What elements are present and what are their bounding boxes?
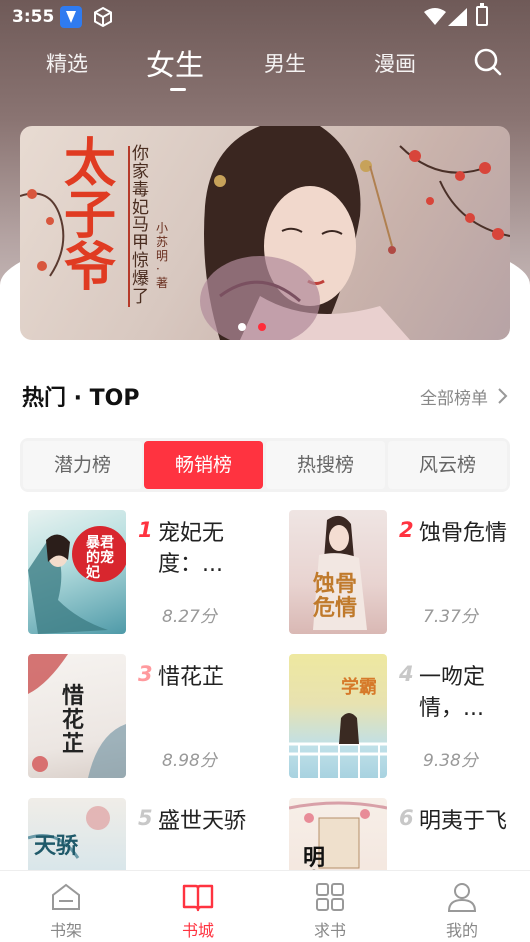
top-nav: 精选 女生 男生 漫画 [0, 36, 530, 96]
cover-title: 惜花芷 [62, 683, 85, 757]
book-title: 蚀骨危情 [419, 521, 508, 546]
rank-tabs: 潜力榜 畅销榜 热搜榜 风云榜 [20, 438, 510, 492]
nav-label: 书架 [49, 921, 82, 940]
book-item[interactable]: 学霸 4 一吻定情，... 9.38分 [289, 654, 529, 784]
section-title: 热门 · TOP [22, 386, 140, 411]
book-title: 明夷于飞 [419, 809, 508, 834]
nav-request-book[interactable]: 求书 [264, 871, 396, 942]
book-cover[interactable]: 惜花芷 [28, 654, 126, 778]
rank-tab-popular[interactable]: 风云榜 [388, 441, 507, 489]
book-cover[interactable]: 暴君的宠妃 [28, 510, 126, 634]
battery-icon [476, 3, 488, 26]
book-title: 盛世天骄 [158, 809, 247, 834]
book-score: 8.98分 [162, 751, 217, 771]
book-rank: 3 [138, 662, 153, 686]
cube-icon [92, 6, 114, 28]
person-icon [446, 881, 478, 913]
nav-label: 求书 [313, 921, 346, 940]
book-rank: 1 [138, 518, 153, 542]
nav-label: 书城 [181, 921, 214, 940]
grid-icon [314, 881, 346, 913]
tab-female[interactable]: 女生 [140, 42, 210, 84]
book-score: 7.37分 [423, 607, 478, 627]
book-title: 宠妃无度：... [158, 521, 225, 577]
banner-subtitle: 你家毒妃马甲惊爆了 [128, 145, 150, 307]
book-rank: 5 [138, 806, 153, 830]
nav-bookshelf[interactable]: 书架 [0, 871, 132, 942]
book-cover[interactable]: 蚀骨危情 [289, 510, 387, 634]
open-book-icon [182, 881, 214, 913]
banner-pagination [238, 316, 278, 331]
banner-title: 太子爷 [64, 133, 117, 298]
bottom-nav: 书架 书城 求书 我的 [0, 870, 530, 942]
book-rank: 4 [399, 662, 414, 686]
rank-tab-bestseller[interactable]: 畅销榜 [144, 441, 263, 489]
nav-label: 我的 [445, 921, 478, 940]
book-rank: 6 [399, 806, 414, 830]
book-score: 8.27分 [162, 607, 217, 627]
book-title: 惜花芷 [158, 665, 225, 690]
book-item[interactable]: 暴君的宠妃 1 宠妃无度：... 8.27分 [28, 510, 268, 640]
status-bar: 3:55 [0, 0, 530, 36]
promo-banner[interactable]: 太子爷 你家毒妃马甲惊爆了 小苏明·著 [20, 126, 510, 340]
nav-profile[interactable]: 我的 [396, 871, 528, 942]
search-icon[interactable] [472, 46, 504, 78]
tab-featured[interactable]: 精选 [40, 48, 94, 78]
wifi-icon [424, 8, 446, 30]
cover-title: 蚀骨危情 [313, 571, 358, 621]
tab-male[interactable]: 男生 [258, 48, 312, 78]
book-item[interactable]: 惜花芷 3 惜花芷 8.98分 [28, 654, 268, 784]
all-rankings-link[interactable]: 全部榜单 [420, 384, 488, 409]
cover-art [289, 713, 387, 778]
rank-tab-trending[interactable]: 热搜榜 [266, 441, 385, 489]
book-title: 一吻定情，... [419, 665, 486, 721]
book-score: 9.38分 [423, 751, 478, 771]
app-notification-icon [60, 6, 82, 28]
signal-icon [448, 8, 468, 30]
chevron-right-icon[interactable] [497, 387, 509, 409]
book-item[interactable]: 蚀骨危情 2 蚀骨危情 7.37分 [289, 510, 529, 640]
book-rank: 2 [399, 518, 414, 542]
rank-tab-potential[interactable]: 潜力榜 [23, 441, 142, 489]
banner-author: 小苏明·著 [156, 221, 169, 291]
active-tab-indicator [170, 88, 186, 91]
banner-dot-active [258, 323, 266, 331]
nav-bookstore[interactable]: 书城 [132, 871, 264, 942]
tab-comics[interactable]: 漫画 [368, 48, 422, 78]
book-cover[interactable]: 学霸 [289, 654, 387, 778]
banner-dot [238, 323, 246, 331]
cover-title: 暴君的宠妃 [86, 535, 114, 581]
status-time: 3:55 [12, 7, 55, 27]
bookshelf-icon [50, 881, 82, 913]
cover-title: 学霸 [341, 677, 377, 698]
cover-title: 天骄 [34, 833, 79, 859]
